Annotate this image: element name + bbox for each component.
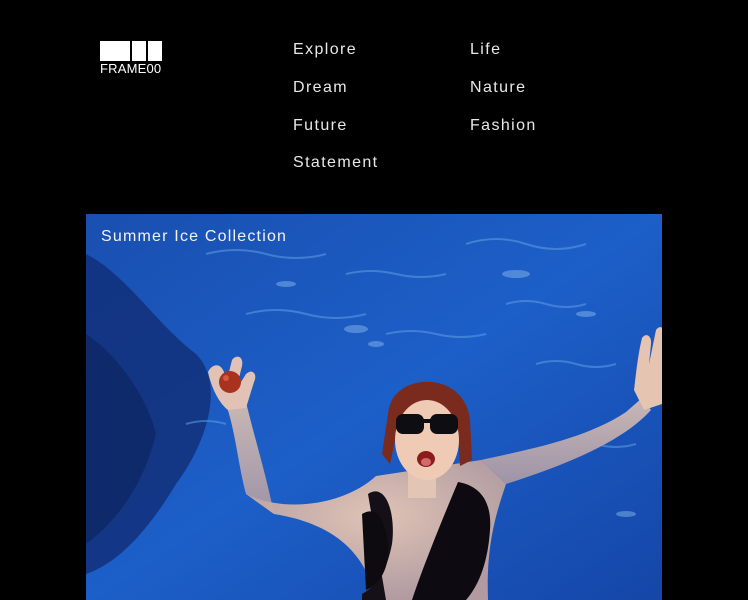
pool-photo	[86, 214, 662, 600]
nav-link-nature[interactable]: Nature	[470, 78, 526, 98]
frame00-logo[interactable]: FRAME00	[100, 41, 162, 76]
logo-text: FRAME00	[100, 61, 162, 76]
logo-mark	[100, 41, 162, 61]
nav-link-dream[interactable]: Dream	[293, 78, 348, 98]
nav-link-future[interactable]: Future	[293, 116, 348, 136]
nav-link-statement[interactable]: Statement	[293, 153, 379, 173]
hero-image[interactable]: Summer Ice Collection	[86, 214, 662, 600]
hero-caption[interactable]: Summer Ice Collection	[101, 227, 287, 247]
nav-link-fashion[interactable]: Fashion	[470, 116, 537, 136]
nav-link-explore[interactable]: Explore	[293, 40, 357, 60]
nav-link-life[interactable]: Life	[470, 40, 501, 60]
